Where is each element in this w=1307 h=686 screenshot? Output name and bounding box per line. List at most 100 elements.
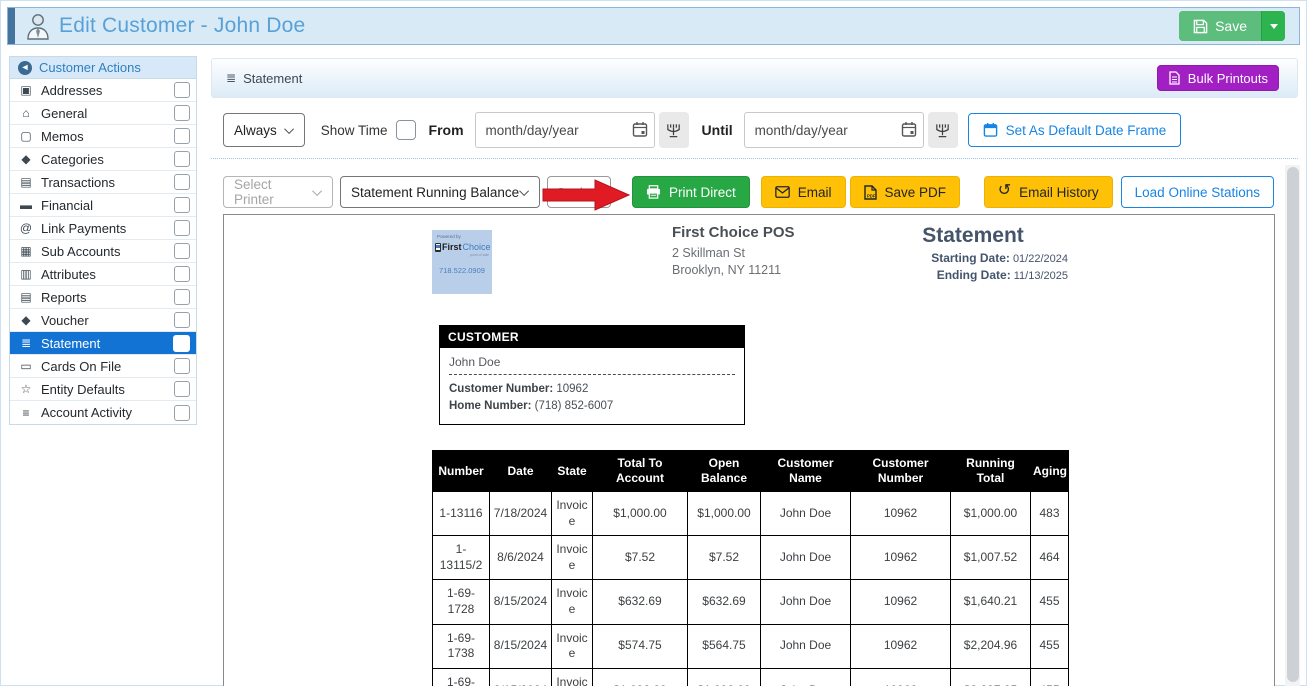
set-default-date-frame-button[interactable]: Set As Default Date Frame <box>968 113 1182 147</box>
financial-checkbox[interactable] <box>174 197 190 213</box>
sidebar-item-label: Addresses <box>41 83 167 98</box>
sidebar-item-memos[interactable]: ▢Memos <box>10 125 196 148</box>
until-date-input[interactable] <box>744 112 924 148</box>
sidebar-item-account-activity[interactable]: ≡Account Activity <box>10 401 196 424</box>
reports-checkbox[interactable] <box>174 289 190 305</box>
sidebar-item-voucher[interactable]: ◆Voucher <box>10 309 196 332</box>
table-cell: $1,092.09 <box>688 668 761 686</box>
attributes-checkbox[interactable] <box>174 266 190 282</box>
financial-icon: ▬ <box>18 198 34 212</box>
sidebar-item-general[interactable]: ⌂General <box>10 102 196 125</box>
save-button[interactable]: Save <box>1179 11 1261 41</box>
column-header-aging: Aging <box>1031 451 1069 492</box>
transactions-checkbox[interactable] <box>174 174 190 190</box>
starting-date-line: Starting Date: 01/22/2024 <box>788 250 1068 267</box>
table-cell: $1,092.09 <box>593 668 688 686</box>
table-cell: John Doe <box>761 668 851 686</box>
cards-on-file-checkbox[interactable] <box>174 358 190 374</box>
calendar-icon[interactable] <box>632 121 648 138</box>
email-button[interactable]: Email <box>761 176 846 208</box>
table-cell: 10962 <box>851 624 951 668</box>
addresses-icon: ▣ <box>18 83 34 97</box>
email-history-button[interactable]: ↺ Email History <box>984 176 1113 208</box>
statement-layout-dropdown[interactable]: Statement Running Balance <box>340 176 540 208</box>
statement-table: NumberDateStateTotal To AccountOpen Bala… <box>432 450 1069 686</box>
copies-input[interactable] <box>547 176 611 208</box>
table-cell: $2,204.96 <box>951 624 1031 668</box>
general-checkbox[interactable] <box>174 105 190 121</box>
link-payments-checkbox[interactable] <box>174 220 190 236</box>
account-activity-checkbox[interactable] <box>174 405 190 421</box>
show-time-checkbox[interactable] <box>396 120 416 140</box>
sidebar-item-cards-on-file[interactable]: ▭Cards On File <box>10 355 196 378</box>
entity-defaults-checkbox[interactable] <box>174 381 190 397</box>
table-cell: 8/15/2024 <box>490 668 552 686</box>
floppy-icon <box>1193 19 1208 34</box>
sidebar-item-label: Statement <box>41 336 166 351</box>
vertical-scrollbar[interactable] <box>1285 165 1300 686</box>
date-range-select[interactable]: Always <box>223 113 305 147</box>
ordered-list-icon: ≣ <box>226 71 236 85</box>
print-direct-button[interactable]: Print Direct <box>632 176 750 208</box>
table-cell: $3,297.05 <box>951 668 1031 686</box>
table-cell: $1,000.00 <box>951 492 1031 536</box>
sidebar-item-sub-accounts[interactable]: ▦Sub Accounts <box>10 240 196 263</box>
sidebar-item-addresses[interactable]: ▣ Addresses <box>10 79 196 102</box>
table-cell: $632.69 <box>688 580 761 624</box>
from-date-input[interactable] <box>475 112 655 148</box>
tab-statement: ≣ Statement <box>226 71 302 86</box>
firstchoice-logo: Powered by FirstChoice point of sale 718… <box>432 230 492 294</box>
select-printer-dropdown[interactable]: Select Printer <box>223 176 333 208</box>
sidebar-item-reports[interactable]: ▤Reports <box>10 286 196 309</box>
sidebar-item-label: Memos <box>41 129 167 144</box>
printout-icon <box>1168 71 1181 85</box>
table-cell: $1,640.21 <box>951 580 1031 624</box>
sidebar-item-statement[interactable]: ≣Statement <box>10 332 196 355</box>
bulk-printouts-button[interactable]: Bulk Printouts <box>1157 65 1279 91</box>
save-dropdown-button[interactable] <box>1261 11 1285 41</box>
table-cell: 10962 <box>851 580 951 624</box>
memos-checkbox[interactable] <box>174 128 190 144</box>
table-cell: 1-69-1738 <box>433 624 490 668</box>
table-cell: $564.75 <box>688 624 761 668</box>
column-header-number: Number <box>433 451 490 492</box>
sidebar-item-attributes[interactable]: ▥Attributes <box>10 263 196 286</box>
table-cell: John Doe <box>761 492 851 536</box>
sidebar-item-financial[interactable]: ▬Financial <box>10 194 196 217</box>
sub-accounts-checkbox[interactable] <box>174 243 190 259</box>
calendar-icon[interactable] <box>901 121 917 138</box>
sidebar-header-label: Customer Actions <box>39 60 141 75</box>
voucher-checkbox[interactable] <box>174 312 190 328</box>
sidebar-item-link-payments[interactable]: @Link Payments <box>10 217 196 240</box>
sidebar-item-transactions[interactable]: ▤Transactions <box>10 171 196 194</box>
menorah-icon <box>934 122 951 139</box>
save-pdf-button[interactable]: PDF Save PDF <box>850 176 961 208</box>
ending-date-line: Ending Date: 11/13/2025 <box>788 267 1068 284</box>
hebrew-calendar-button[interactable] <box>659 112 689 148</box>
entity-defaults-icon: ☆ <box>18 382 34 396</box>
sidebar-item-entity-defaults[interactable]: ☆Entity Defaults <box>10 378 196 401</box>
categories-checkbox[interactable] <box>174 151 190 167</box>
load-online-stations-button[interactable]: Load Online Stations <box>1121 176 1274 208</box>
addresses-checkbox[interactable] <box>174 82 190 98</box>
header-accent-bar <box>8 8 15 44</box>
table-cell: $7.52 <box>593 536 688 580</box>
company-address-line2: Brooklyn, NY 11211 <box>672 262 795 279</box>
categories-icon: ◆ <box>18 152 34 166</box>
attributes-icon: ▥ <box>18 267 34 281</box>
scrollbar-thumb[interactable] <box>1287 167 1299 682</box>
column-header-state: State <box>552 451 593 492</box>
chevron-down-icon <box>284 124 294 134</box>
sidebar-items: ▣ Addresses ⌂General▢Memos◆Categories▤Tran… <box>10 79 196 424</box>
company-name: First Choice POS <box>672 224 795 241</box>
sidebar-item-categories[interactable]: ◆Categories <box>10 148 196 171</box>
table-cell: $7.52 <box>688 536 761 580</box>
table-cell: 8/15/2024 <box>490 624 552 668</box>
save-split-button: Save <box>1179 11 1285 41</box>
statement-preview: Powered by FirstChoice point of sale 718… <box>223 214 1275 686</box>
envelope-icon <box>775 186 790 198</box>
hebrew-calendar-button[interactable] <box>928 112 958 148</box>
statement-checkbox[interactable] <box>173 335 190 352</box>
table-cell: Invoice <box>552 624 593 668</box>
table-cell: $632.69 <box>593 580 688 624</box>
